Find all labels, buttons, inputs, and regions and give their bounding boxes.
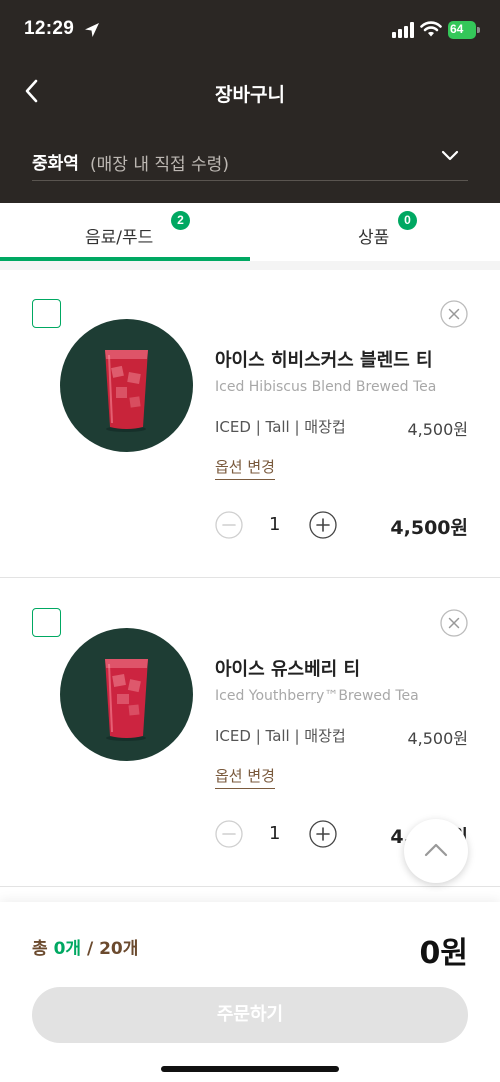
app-header: 12:29 64 장바구니 중화역 (매장 내 직접 수령) [0,0,500,203]
item-total-price: 4,500원 [390,517,468,539]
order-total-price: 0원 [419,936,468,971]
minus-circle-icon[interactable] [215,820,243,848]
count-max: / 20개 [81,939,139,959]
quantity-value: 1 [269,823,281,844]
count-selected: 0개 [53,939,82,959]
item-name-english: Iced Youthberry™Brewed Tea [215,688,419,704]
count-prefix: 총 [32,939,54,959]
plus-circle-icon[interactable] [309,820,337,848]
quantity-value: 1 [269,514,281,535]
tab-count-badge: 2 [171,211,190,230]
category-tabs: 음료/푸드 2 상품 0 [0,203,500,261]
cellular-signal-icon [392,22,414,38]
item-name: 아이스 히비스커스 블렌드 티 [215,350,433,371]
battery-icon: 64 [448,21,480,39]
store-selector[interactable]: 중화역 (매장 내 직접 수령) [32,140,468,181]
item-options: ICED | Tall | 매장컵 [215,418,346,436]
drink-image [60,628,193,761]
item-options: ICED | Tall | 매장컵 [215,727,346,745]
nav-bar: 장바구니 [0,60,500,122]
chevron-down-icon[interactable] [440,146,460,166]
iced-tea-cup-icon [105,350,148,432]
close-circle-icon[interactable] [440,609,468,637]
item-select-checkbox[interactable] [32,608,61,637]
status-bar: 12:29 64 [0,0,500,60]
scroll-to-top-button[interactable] [404,819,468,883]
home-indicator [161,1066,339,1072]
store-pickup-type: (매장 내 직접 수령) [90,155,229,175]
section-divider [0,261,500,270]
page-title: 장바구니 [215,84,285,106]
item-name-english: Iced Hibiscus Blend Brewed Tea [215,379,437,395]
minus-circle-icon[interactable] [215,511,243,539]
item-unit-price: 4,500원 [407,729,468,748]
cart-item: 아이스 히비스커스 블렌드 티 Iced Hibiscus Blend Brew… [0,270,500,578]
change-option-link[interactable]: 옵션 변경 [215,456,275,480]
plus-circle-icon[interactable] [309,511,337,539]
location-arrow-icon [85,23,99,37]
item-name: 아이스 유스베리 티 [215,659,361,680]
chevron-up-icon [424,843,448,857]
item-unit-price: 4,500원 [407,420,468,439]
tab-count-badge: 0 [398,211,417,230]
status-time: 12:29 [24,18,75,39]
item-select-checkbox[interactable] [32,299,61,328]
close-circle-icon[interactable] [440,300,468,328]
change-option-link[interactable]: 옵션 변경 [215,765,275,789]
order-item-count: 총 0개 / 20개 [32,934,138,959]
battery-level: 64 [450,22,464,36]
wifi-icon [420,21,442,37]
order-button[interactable]: 주문하기 [32,987,468,1043]
drink-image [60,319,193,452]
iced-tea-cup-icon [105,659,148,741]
tab-drinks-food[interactable]: 음료/푸드 2 [0,203,250,261]
tab-label: 음료/푸드 [85,228,154,248]
order-summary-bar: 총 0개 / 20개 0원 주문하기 [0,902,500,1082]
tab-goods[interactable]: 상품 0 [250,203,500,261]
store-name: 중화역 [32,154,79,174]
tab-label: 상품 [358,228,390,248]
